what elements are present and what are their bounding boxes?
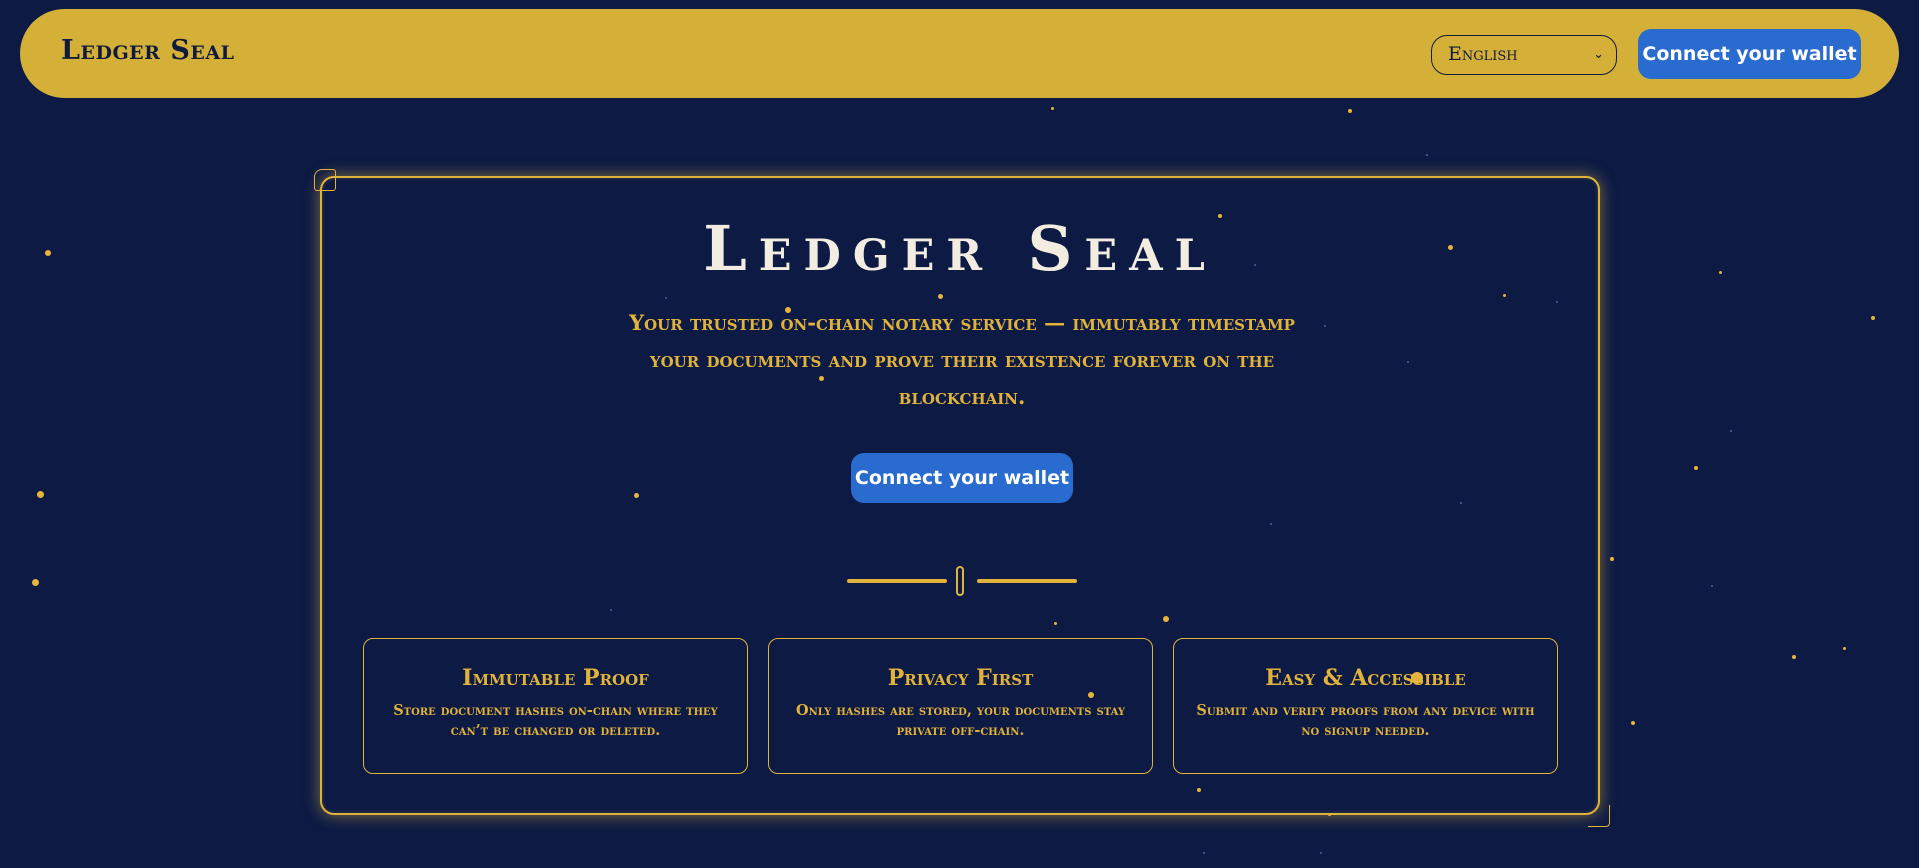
star-particle xyxy=(45,250,51,256)
star-particle xyxy=(1320,852,1322,854)
corner-ornament xyxy=(314,169,336,191)
hero-connect-wallet-button[interactable]: Connect your wallet xyxy=(851,453,1073,503)
star-particle xyxy=(1711,585,1713,587)
star-particle xyxy=(1203,852,1205,854)
brand-logo[interactable]: Ledger Seal xyxy=(61,35,234,66)
hero-card: Ledger Seal Your trusted on-chain notary… xyxy=(314,169,1610,827)
feature-description: Store document hashes on-chain where the… xyxy=(393,702,718,739)
divider-line xyxy=(847,579,947,583)
star-particle xyxy=(1719,271,1722,274)
divider-center-bar xyxy=(956,566,964,596)
feature-title: Privacy First xyxy=(887,665,1034,691)
top-navbar: Ledger Seal English ⌄ Connect your walle… xyxy=(20,9,1899,98)
feature-card-easy-accessible: Easy & Accessible Submit and verify proo… xyxy=(1173,638,1558,774)
feature-description: Submit and verify proofs from any device… xyxy=(1196,702,1535,739)
star-particle xyxy=(37,491,44,498)
ornamental-divider xyxy=(847,562,1077,600)
feature-card-immutable-proof: Immutable Proof Store document hashes on… xyxy=(363,638,748,774)
corner-ornament xyxy=(1588,805,1610,827)
star-particle xyxy=(1051,107,1054,110)
feature-title: Immutable Proof xyxy=(462,665,649,691)
star-particle xyxy=(1631,721,1635,725)
feature-description: Only hashes are stored, your documents s… xyxy=(796,702,1125,739)
star-particle xyxy=(1610,557,1614,561)
star-particle xyxy=(32,579,39,586)
star-particle xyxy=(1792,655,1796,659)
star-particle xyxy=(1730,430,1732,432)
hero-tagline: Your trusted on-chain notary service — i… xyxy=(629,310,1295,409)
divider-line xyxy=(977,579,1077,583)
language-select-value: English xyxy=(1448,43,1518,65)
star-particle xyxy=(1694,466,1698,470)
star-particle xyxy=(1426,154,1428,156)
hero-title: Ledger Seal xyxy=(703,212,1217,285)
star-particle xyxy=(1348,109,1352,113)
language-select[interactable]: English ⌄ xyxy=(1431,35,1617,75)
star-particle xyxy=(1871,316,1875,320)
connect-wallet-button[interactable]: Connect your wallet xyxy=(1638,29,1861,79)
chevron-down-icon: ⌄ xyxy=(1593,47,1604,62)
feature-title: Easy & Accessible xyxy=(1265,665,1466,691)
feature-card-privacy-first: Privacy First Only hashes are stored, yo… xyxy=(768,638,1153,774)
star-particle xyxy=(1843,647,1846,650)
